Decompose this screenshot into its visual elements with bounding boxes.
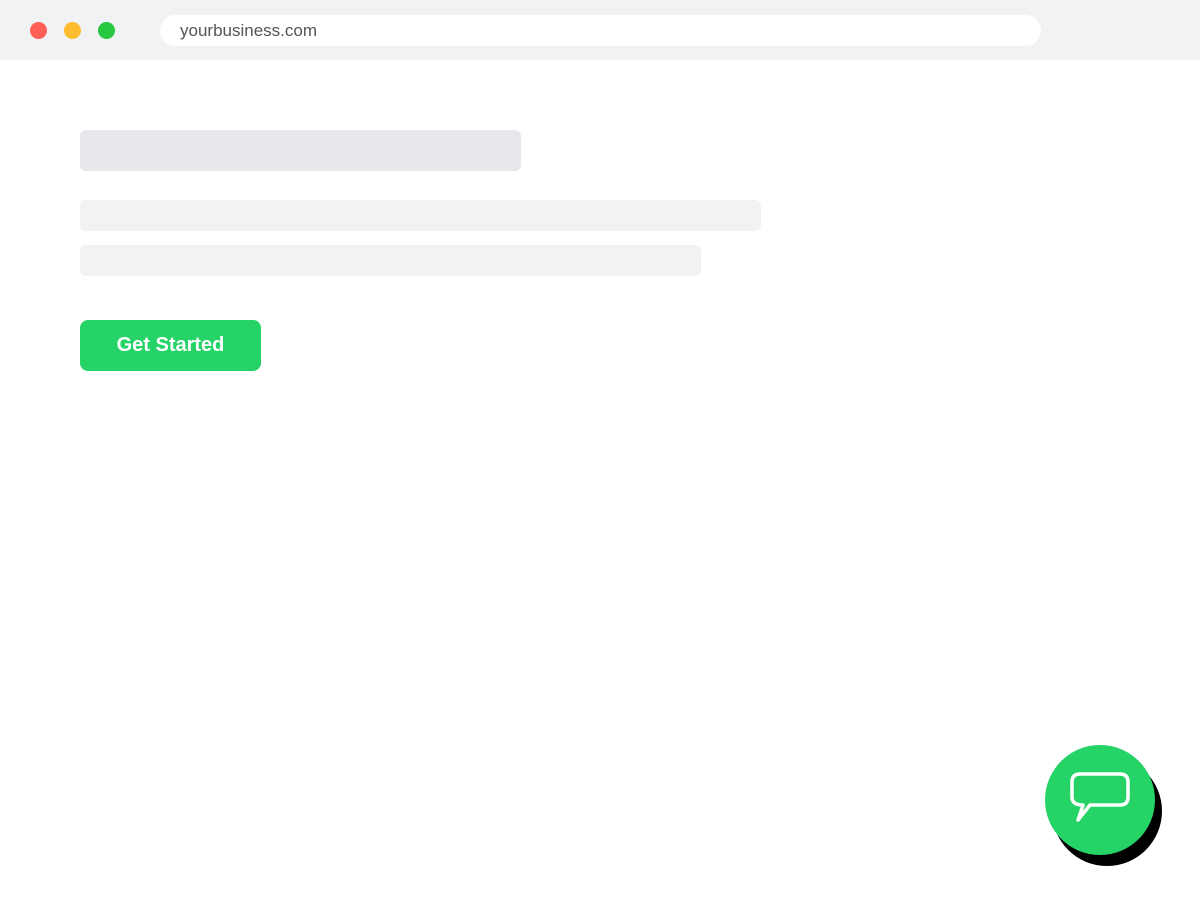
chat-widget[interactable]: [1045, 745, 1162, 866]
chat-bubble-icon: [1070, 772, 1130, 822]
text-line-placeholder: [80, 245, 701, 276]
get-started-button[interactable]: Get Started: [80, 320, 261, 371]
address-bar[interactable]: yourbusiness.com: [160, 15, 1041, 46]
heading-placeholder: [80, 130, 521, 171]
window-maximize-button[interactable]: [98, 22, 115, 39]
address-bar-url: yourbusiness.com: [180, 20, 318, 40]
window-minimize-button[interactable]: [64, 22, 81, 39]
browser-toolbar: yourbusiness.com: [0, 0, 1200, 60]
text-line-placeholder: [80, 200, 761, 231]
chat-widget-button[interactable]: [1045, 745, 1155, 855]
window-close-button[interactable]: [30, 22, 47, 39]
page-content: Get Started: [0, 60, 1200, 900]
